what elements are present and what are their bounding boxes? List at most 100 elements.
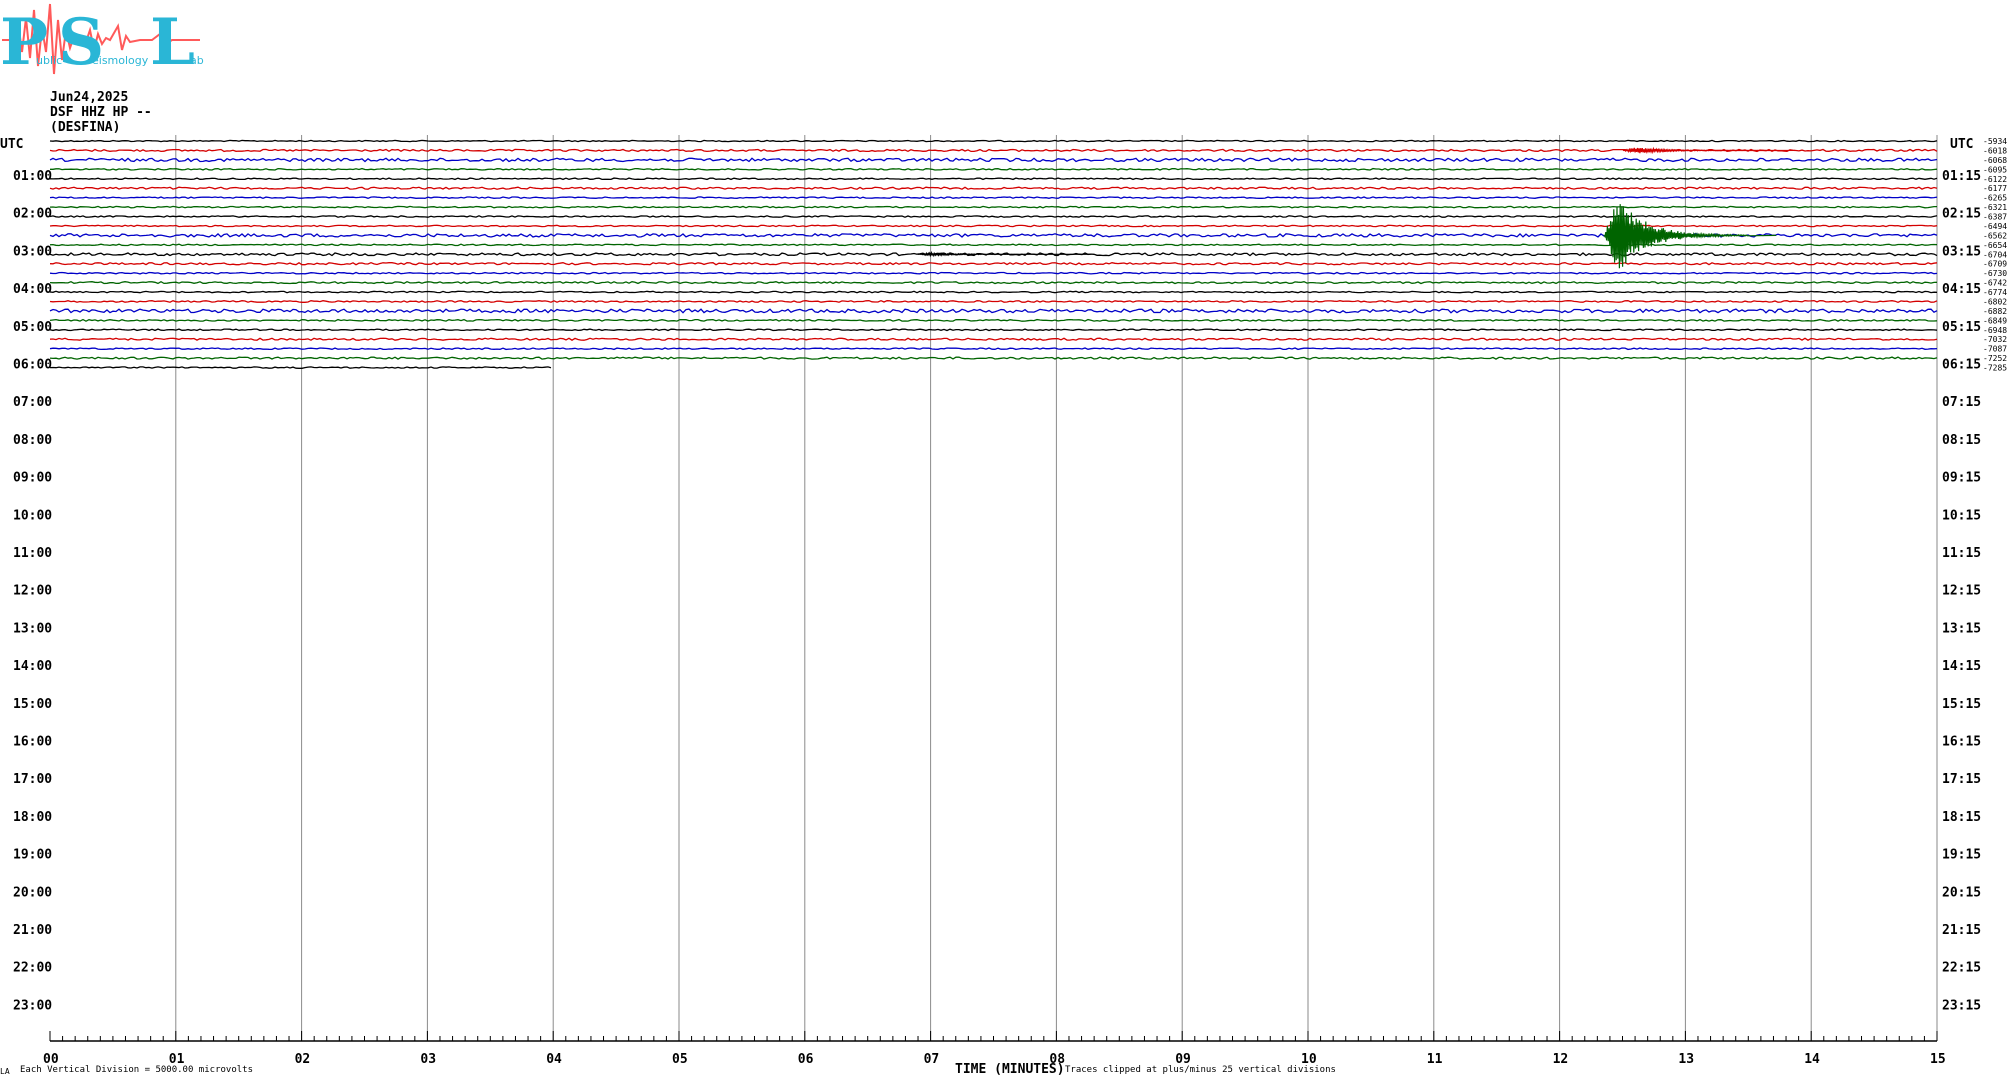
left-hour-label: 16:00 <box>13 735 52 750</box>
left-hour-label: 11:00 <box>13 546 52 561</box>
row-offset-labels: -5934-6018-6068-6095-6122-6177-6265-6321… <box>1983 137 2007 373</box>
right-hour-label: 19:15 <box>1942 848 1981 863</box>
left-hour-label: 17:00 <box>13 772 52 787</box>
left-hour-label: 08:00 <box>13 433 52 448</box>
left-hour-label: 03:00 <box>13 244 52 259</box>
left-hour-label: 23:00 <box>13 998 52 1013</box>
right-hour-label: 15:15 <box>1942 697 1981 712</box>
left-hour-label: 05:00 <box>13 320 52 335</box>
left-hour-label: 19:00 <box>13 848 52 863</box>
right-hour-label: 16:15 <box>1942 735 1981 750</box>
minute-tick-label: 04 <box>546 1052 562 1067</box>
row-offset-label: -7087 <box>1983 345 2007 354</box>
left-hour-label: 04:00 <box>13 282 52 297</box>
minute-tick-label: 02 <box>295 1052 311 1067</box>
clip-note: Traces clipped at plus/minus 25 vertical… <box>1065 1065 1336 1075</box>
utc-label-right: UTC <box>1950 137 1973 152</box>
minute-tick-label: 12 <box>1553 1052 1569 1067</box>
right-hour-label: 02:15 <box>1942 207 1981 222</box>
trace-row <box>49 157 1938 163</box>
left-hour-label: 07:00 <box>13 395 52 410</box>
left-hour-label: 13:00 <box>13 621 52 636</box>
right-hour-label: 17:15 <box>1942 772 1981 787</box>
right-hour-label: 04:15 <box>1942 282 1981 297</box>
left-hour-label: 10:00 <box>13 508 52 523</box>
left-hour-label: 09:00 <box>13 471 52 486</box>
right-hour-label: 03:15 <box>1942 244 1981 259</box>
right-hour-label: 23:15 <box>1942 998 1981 1013</box>
scale-note: Each Vertical Division = 5000.00 microvo… <box>20 1065 253 1075</box>
event-traces <box>918 146 1796 269</box>
row-offset-label: -6095 <box>1983 165 2007 174</box>
left-hour-label: 02:00 <box>13 207 52 222</box>
trace-row <box>49 337 1938 341</box>
row-offset-label: -6882 <box>1983 307 2007 316</box>
trace-row <box>50 167 1938 171</box>
right-hour-label: 10:15 <box>1942 508 1981 523</box>
trace-row <box>49 205 1937 209</box>
minute-tick-label: 15 <box>1930 1052 1946 1067</box>
left-hour-label: 22:00 <box>13 961 52 976</box>
right-hour-label: 18:15 <box>1942 810 1981 825</box>
left-hour-labels: 01:00 02:00 03:00 04:00 05:00 06:00 07:00 08:00… <box>13 169 52 1013</box>
row-offset-label: -6654 <box>1983 241 2007 250</box>
trace-row <box>49 139 1938 143</box>
left-hour-label: 20:00 <box>13 885 52 900</box>
trace-row <box>49 196 1938 200</box>
right-hour-label: 20:15 <box>1942 885 1981 900</box>
trace-row <box>49 366 552 369</box>
right-hour-label: 22:15 <box>1942 961 1981 976</box>
row-offset-label: -6018 <box>1983 146 2007 155</box>
trace-row <box>49 347 1938 351</box>
trace-row <box>49 177 1938 181</box>
minute-tick-label: 13 <box>1678 1052 1694 1067</box>
trace-row <box>49 243 1938 247</box>
row-offset-label: -6177 <box>1983 184 2007 193</box>
row-offset-label: -7252 <box>1983 354 2007 363</box>
row-offset-label: -6321 <box>1983 203 2007 212</box>
right-hour-label: 08:15 <box>1942 433 1981 448</box>
left-hour-label: 01:00 <box>13 169 52 184</box>
event-burst <box>1603 204 1777 269</box>
row-offset-label: -6494 <box>1983 222 2007 231</box>
right-hour-label: 09:15 <box>1942 471 1981 486</box>
minute-tick-label: 07 <box>924 1052 940 1067</box>
trace-row <box>49 215 1938 218</box>
row-offset-label: -5934 <box>1983 137 2007 146</box>
row-offset-label: -6704 <box>1983 250 2007 259</box>
row-offset-label: -6122 <box>1983 175 2007 184</box>
trace-row <box>49 224 1938 228</box>
trace-row <box>49 271 1938 275</box>
utc-label-left: UTC <box>0 137 23 152</box>
right-hour-label: 12:15 <box>1942 584 1981 599</box>
row-offset-label: -6068 <box>1983 156 2007 165</box>
row-offset-label: -7285 <box>1983 364 2007 373</box>
event-burst <box>1622 146 1796 155</box>
right-hour-label: 11:15 <box>1942 546 1981 561</box>
minute-tick-label: 06 <box>798 1052 814 1067</box>
minute-tick-label: 14 <box>1804 1052 1820 1067</box>
row-offset-label: -6265 <box>1983 194 2007 203</box>
minute-tick-label: 05 <box>672 1052 688 1067</box>
row-offset-label: -6730 <box>1983 269 2007 278</box>
trace-row <box>49 261 1938 266</box>
minute-gridlines <box>175 135 1938 1041</box>
row-offset-label: -6948 <box>1983 326 2007 335</box>
footer-left-mark: LA <box>0 1067 10 1076</box>
right-hour-label: 14:15 <box>1942 659 1981 674</box>
right-hour-label: 06:15 <box>1942 358 1981 373</box>
right-hour-label: 13:15 <box>1942 621 1981 636</box>
left-hour-label: 14:00 <box>13 659 52 674</box>
right-hour-labels: 01:15 02:15 03:15 04:15 05:15 06:15 07:15 08:15… <box>1942 169 1981 1013</box>
trace-row <box>49 280 1938 285</box>
row-offset-label: -6849 <box>1983 316 2007 325</box>
row-offset-label: -6802 <box>1983 298 2007 307</box>
helicorder-plot: 01:00 02:00 03:00 04:00 05:00 06:00 07:00 08:00… <box>0 135 2007 1077</box>
row-offset-label: -6709 <box>1983 260 2007 269</box>
left-hour-label: 06:00 <box>13 358 52 373</box>
trace-row <box>49 299 1938 304</box>
left-hour-label: 18:00 <box>13 810 52 825</box>
trace-row <box>49 186 1938 190</box>
row-offset-label: -6774 <box>1983 288 2007 297</box>
left-hour-label: 15:00 <box>13 697 52 712</box>
